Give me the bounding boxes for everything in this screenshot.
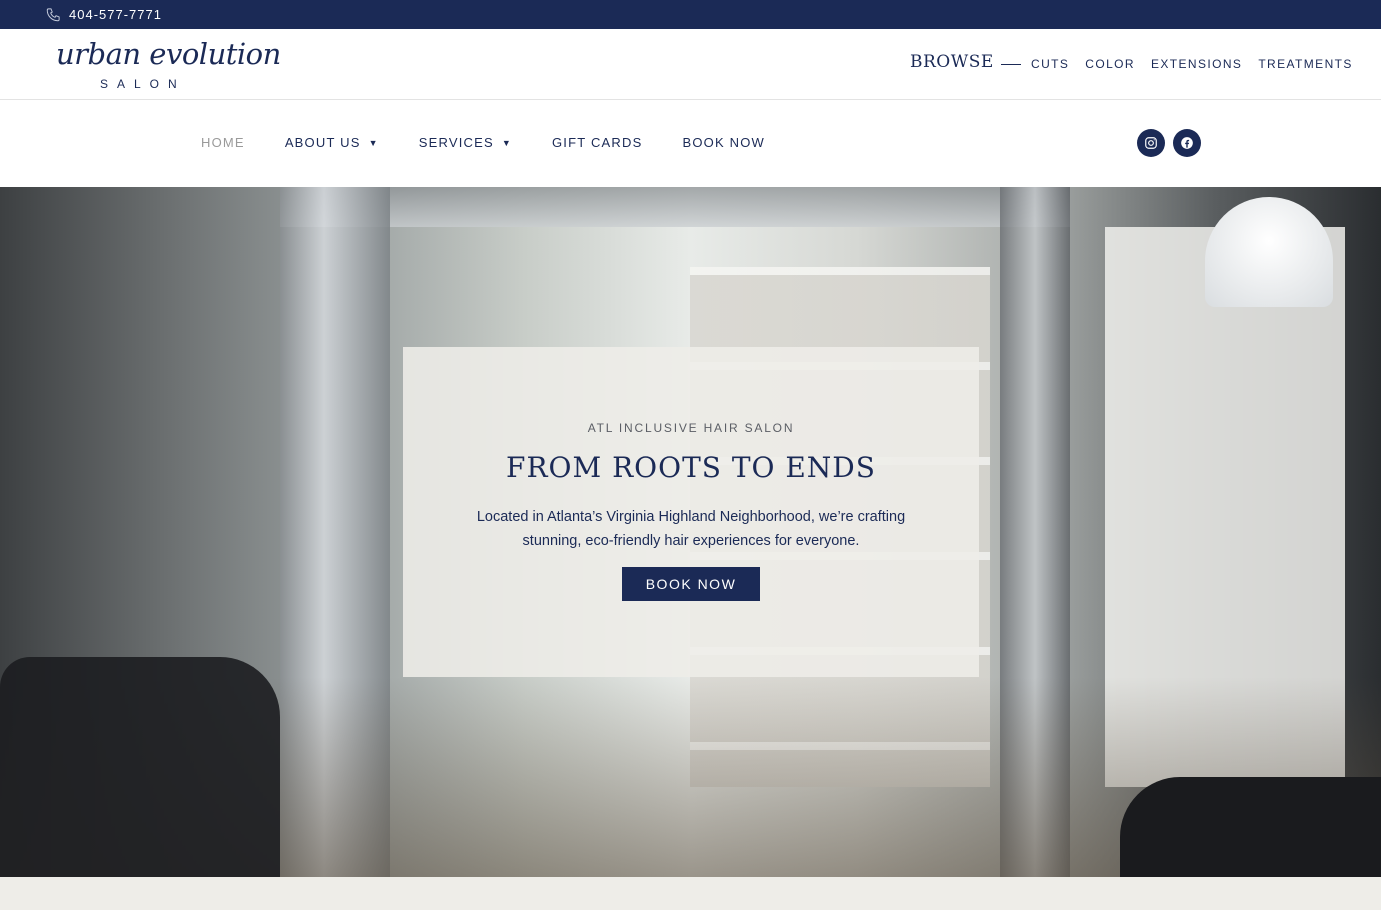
hero-section: ATL INCLUSIVE HAIR SALON FROM ROOTS TO E… — [0, 187, 1381, 877]
nav-item-gift-cards[interactable]: GIFT CARDS — [552, 135, 643, 150]
next-section-band — [0, 877, 1381, 910]
chevron-down-icon: ▼ — [368, 137, 379, 148]
logo-script: urban evolution — [56, 37, 281, 71]
social-links — [1137, 129, 1201, 157]
hero-card: ATL INCLUSIVE HAIR SALON FROM ROOTS TO E… — [403, 347, 979, 677]
browse-links: CUTS COLOR EXTENSIONS TREATMENTS — [1031, 57, 1353, 71]
site-header: urban evolution SALON BROWSE CUTS COLOR … — [0, 29, 1381, 100]
chevron-down-icon: ▼ — [501, 137, 512, 148]
facebook-icon — [1181, 137, 1193, 149]
top-bar: 404-577-7771 — [0, 0, 1381, 29]
browse-link-treatments[interactable]: TREATMENTS — [1258, 57, 1352, 71]
nav-item-label: ABOUT US — [284, 135, 361, 150]
browse-link-cuts[interactable]: CUTS — [1031, 57, 1069, 71]
browse-link-extensions[interactable]: EXTENSIONS — [1151, 57, 1242, 71]
hero-lamp — [1205, 197, 1333, 307]
facebook-link[interactable] — [1173, 129, 1201, 157]
nav-item-label: SERVICES — [418, 135, 494, 150]
hero-title: FROM ROOTS TO ENDS — [506, 451, 876, 484]
browse-divider — [1001, 64, 1021, 65]
browse-link-color[interactable]: COLOR — [1085, 57, 1135, 71]
hero-description: Located in Atlanta’s Virginia Highland N… — [476, 509, 906, 549]
nav-item-services[interactable]: SERVICES ▼ — [419, 135, 512, 150]
phone-number: 404-577-7771 — [69, 7, 162, 22]
main-nav: HOME ABOUT US ▼ SERVICES ▼ GIFT CARDS BO… — [0, 100, 1381, 187]
instagram-link[interactable] — [1137, 129, 1165, 157]
hero-chair-left — [0, 657, 280, 877]
browse-label: BROWSE — [910, 52, 994, 72]
phone-link[interactable]: 404-577-7771 — [46, 0, 162, 29]
logo-subtitle: SALON — [100, 77, 186, 91]
nav-items: HOME ABOUT US ▼ SERVICES ▼ GIFT CARDS BO… — [201, 135, 805, 150]
nav-item-about-us[interactable]: ABOUT US ▼ — [285, 135, 379, 150]
hero-eyebrow: ATL INCLUSIVE HAIR SALON — [587, 421, 795, 435]
phone-icon — [46, 8, 60, 22]
hero-mirror-top — [280, 187, 1070, 227]
nav-item-book-now[interactable]: BOOK NOW — [682, 135, 765, 150]
nav-item-label: BOOK NOW — [682, 135, 766, 150]
site-logo[interactable]: urban evolution SALON — [56, 37, 281, 93]
book-now-button[interactable]: BOOK NOW — [622, 567, 760, 601]
nav-item-label: HOME — [201, 135, 245, 150]
hero-chair-right — [1120, 777, 1381, 877]
nav-item-label: GIFT CARDS — [551, 135, 643, 150]
nav-item-home[interactable]: HOME — [201, 135, 245, 150]
instagram-icon — [1145, 137, 1157, 149]
